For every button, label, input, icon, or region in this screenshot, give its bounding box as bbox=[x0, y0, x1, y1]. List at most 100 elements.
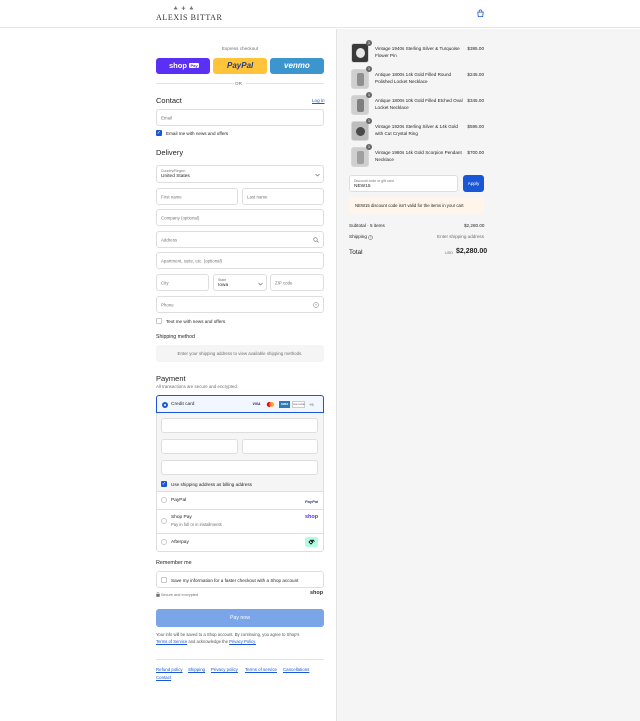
chevron-down-icon bbox=[315, 173, 320, 177]
shop-pay-logo: shop bbox=[169, 61, 187, 70]
logo-mark: ♣ ✚ ♣ bbox=[173, 6, 195, 12]
paypal-logo: PayPal bbox=[227, 61, 254, 70]
zip-field[interactable]: ZIP code bbox=[270, 274, 324, 291]
company-field[interactable]: Company (optional) bbox=[156, 209, 324, 226]
help-icon[interactable]: ? bbox=[368, 234, 373, 240]
save-info-checkbox[interactable] bbox=[161, 576, 167, 583]
item-price: $595.00 bbox=[467, 124, 484, 129]
email-offers-checkbox[interactable]: ✓ bbox=[156, 130, 162, 136]
phone-placeholder: Phone bbox=[161, 302, 174, 307]
country-label: Country/Region bbox=[161, 169, 186, 173]
terms-link[interactable]: Terms of Service bbox=[156, 639, 187, 644]
afterpay-option[interactable]: Afterpay bbox=[157, 534, 323, 551]
last-name-placeholder: Last name bbox=[247, 194, 268, 199]
email-field[interactable]: Email bbox=[156, 109, 324, 126]
country-select[interactable]: Country/Region United States bbox=[156, 165, 324, 183]
refund-policy-link[interactable]: Refund policy bbox=[156, 667, 183, 672]
email-offers-label: Email me with news and offers bbox=[166, 131, 229, 136]
legal-text: Your info will be saved to a Shop accoun… bbox=[156, 632, 328, 645]
contact-link[interactable]: Contact bbox=[156, 675, 171, 680]
terms-of-service-link[interactable]: Terms of service bbox=[245, 667, 277, 672]
afterpay-label: Afterpay bbox=[171, 540, 189, 545]
brand-logo[interactable]: ♣ ✚ ♣ ALEXIS BITTAR bbox=[156, 6, 222, 24]
item-name: Vintage 1940s Sterling Silver & Turquois… bbox=[375, 46, 460, 58]
item-price: $395.00 bbox=[467, 46, 484, 51]
card-expiry-field[interactable] bbox=[161, 439, 238, 454]
paypal-express-button[interactable]: PayPal bbox=[213, 58, 267, 74]
svg-text:?: ? bbox=[370, 235, 372, 239]
subtotal-label: Subtotal · 5 items bbox=[349, 223, 385, 228]
shipping-method-heading: Shipping method bbox=[156, 334, 195, 340]
shipping-link[interactable]: Shipping bbox=[188, 667, 205, 672]
search-icon bbox=[313, 237, 319, 243]
quantity-badge: 1 bbox=[366, 66, 372, 72]
address-field[interactable]: Address bbox=[156, 231, 324, 248]
remember-heading: Remember me bbox=[156, 560, 192, 566]
discount-field[interactable]: Discount code or gift card NEW15 bbox=[349, 175, 458, 192]
login-link[interactable]: Log in bbox=[312, 98, 325, 103]
product-image bbox=[351, 121, 369, 141]
more-cards-label: +5 bbox=[309, 401, 314, 407]
credit-card-option[interactable]: Credit card VISA AMEX DISCOVER +5 bbox=[156, 395, 324, 413]
card-number-field[interactable] bbox=[161, 418, 318, 433]
secure-label: Secure and encrypted bbox=[161, 592, 199, 597]
email-placeholder: Email bbox=[161, 115, 172, 120]
currency-label: USD bbox=[445, 251, 454, 255]
pay-now-label: Pay now bbox=[230, 614, 250, 621]
city-placeholder: City bbox=[161, 280, 169, 285]
card-security-field[interactable] bbox=[242, 439, 318, 454]
contact-heading: Contact bbox=[156, 96, 182, 105]
paypal-label: PayPal bbox=[171, 498, 187, 503]
phone-field[interactable]: Phone ? bbox=[156, 296, 324, 313]
apartment-placeholder: Apartment, suite, etc. (optional) bbox=[161, 258, 223, 263]
state-label: State bbox=[218, 278, 227, 282]
state-select[interactable]: State Iowa bbox=[213, 274, 267, 291]
privacy-policy-link[interactable]: Privacy policy bbox=[211, 667, 238, 672]
apply-button[interactable]: Apply bbox=[463, 175, 484, 192]
shop-pay-badge: Pay bbox=[189, 62, 200, 68]
paypal-option[interactable]: PayPal PayPal bbox=[157, 492, 323, 509]
shop-pay-sublabel: Pay in full or in installments bbox=[171, 522, 222, 527]
delivery-heading: Delivery bbox=[156, 148, 184, 157]
product-image bbox=[351, 95, 369, 115]
venmo-button[interactable]: venmo bbox=[270, 58, 324, 74]
cancellations-link[interactable]: Cancellations bbox=[283, 667, 309, 672]
shop-pay-option[interactable]: Shop Pay Pay in full or in installments … bbox=[157, 510, 323, 533]
text-offers-checkbox[interactable] bbox=[156, 318, 162, 324]
subtotal-value: $2,280.00 bbox=[464, 223, 485, 228]
help-icon[interactable]: ? bbox=[313, 302, 319, 308]
or-divider-label: OR bbox=[235, 80, 242, 86]
shop-pay-radio[interactable] bbox=[161, 518, 167, 524]
credit-card-radio[interactable] bbox=[162, 401, 168, 408]
privacy-link[interactable]: Privacy Policy. bbox=[229, 639, 256, 644]
city-field[interactable]: City bbox=[156, 274, 209, 291]
or-divider-left bbox=[156, 83, 234, 84]
shopping-bag-icon[interactable] bbox=[476, 9, 485, 18]
or-divider-right bbox=[246, 83, 324, 84]
paypal-logo-icon: PayPal bbox=[305, 498, 319, 504]
shop-pay-button[interactable]: shop Pay bbox=[156, 58, 210, 74]
shipping-value: Enter shipping address bbox=[437, 234, 484, 239]
zip-placeholder: ZIP code bbox=[275, 280, 293, 285]
last-name-field[interactable]: Last name bbox=[242, 188, 324, 205]
logo-text: ALEXIS BITTAR bbox=[156, 13, 223, 22]
header: ♣ ✚ ♣ ALEXIS BITTAR bbox=[0, 0, 640, 28]
card-name-field[interactable] bbox=[161, 460, 318, 475]
shipping-method-notice-text: Enter your shipping address to view avai… bbox=[177, 351, 303, 356]
item-name: Antique 1800s 10k Gold Filled Etched Ova… bbox=[375, 98, 463, 110]
billing-same-checkbox[interactable]: ✓ bbox=[161, 481, 167, 487]
company-placeholder: Company (optional) bbox=[161, 215, 200, 220]
legal-and-ack: and acknowledge the bbox=[188, 638, 228, 644]
payment-subtitle: All transactions are secure and encrypte… bbox=[156, 384, 239, 389]
apartment-field[interactable]: Apartment, suite, etc. (optional) bbox=[156, 252, 324, 269]
item-name: Vintage 1920s Sterling Silver & 14k Gold… bbox=[375, 124, 458, 136]
shop-logo-icon: shop bbox=[305, 514, 319, 520]
mastercard-icon bbox=[266, 402, 275, 407]
paypal-radio[interactable] bbox=[161, 497, 167, 503]
first-name-field[interactable]: First name bbox=[156, 188, 238, 205]
afterpay-radio[interactable] bbox=[161, 539, 167, 545]
legal-line1: Your info will be saved to a Shop accoun… bbox=[156, 632, 300, 637]
pay-now-button[interactable]: Pay now bbox=[156, 609, 324, 627]
product-image bbox=[351, 43, 369, 63]
country-value: United States bbox=[161, 174, 190, 179]
